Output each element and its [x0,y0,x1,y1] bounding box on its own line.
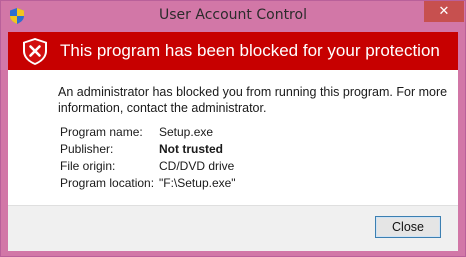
button-bar: Close [8,205,458,251]
block-message: An administrator has blocked you from ru… [58,85,448,115]
detail-value: Setup.exe [159,125,214,139]
window-title: User Account Control [159,7,307,23]
detail-label: Program location: [60,176,155,190]
detail-value: CD/DVD drive [159,159,235,173]
detail-label: Publisher: [60,142,114,156]
dialog-content: This program has been blocked for your p… [8,32,458,251]
title-bar[interactable]: User Account Control ✕ [1,1,465,31]
detail-value: Not trusted [159,142,223,156]
detail-value: "F:\Setup.exe" [159,176,236,190]
title-close-button[interactable]: ✕ [424,1,464,22]
banner-heading: This program has been blocked for your p… [60,41,440,60]
close-button[interactable]: Close [375,216,441,238]
warning-banner: This program has been blocked for your p… [8,32,458,70]
detail-label: Program name: [60,125,143,139]
detail-label: File origin: [60,159,116,173]
shield-x-icon [23,38,47,65]
uac-dialog-window: User Account Control ✕ This program has … [0,0,466,257]
